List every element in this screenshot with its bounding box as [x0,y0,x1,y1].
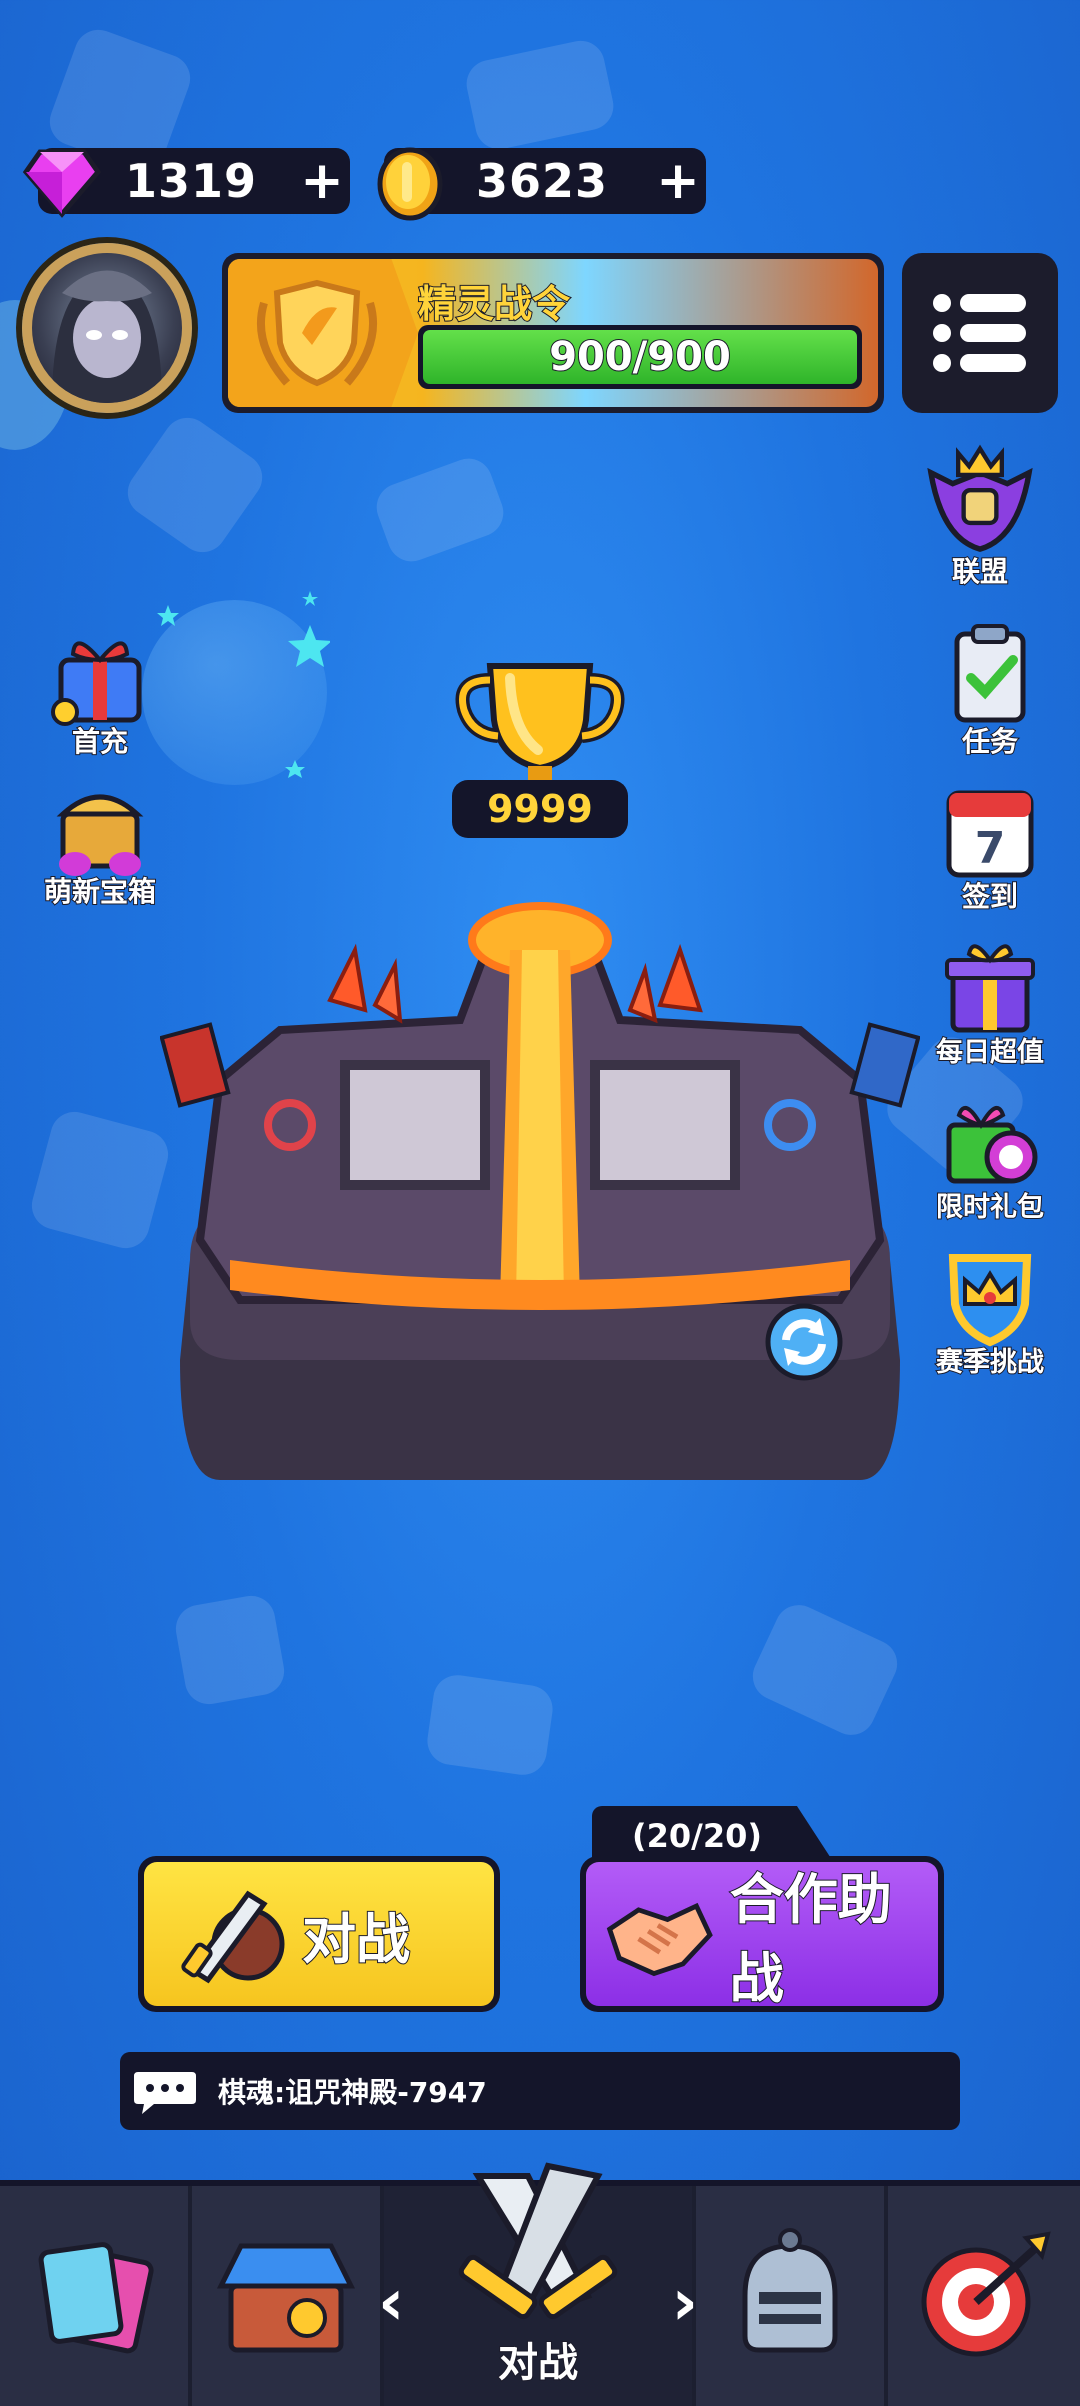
chat-message: 棋魂:诅咒神殿-7947 [218,2076,487,2109]
hamburger-menu-icon [933,294,1026,372]
crossed-swords-icon [458,2162,618,2320]
first-charge-button[interactable]: 首充 [30,620,170,760]
sparkle-stars-icon [157,591,330,778]
daily-value-label: 每日超值 [935,1036,1045,1069]
battle-pass-banner[interactable]: 精灵战令 900/900 [222,253,884,413]
bg-shape [26,1106,174,1254]
knight-helmet-icon [742,2228,838,2353]
cards-icon [38,2242,154,2354]
gift-icon [51,641,142,726]
coin-counter[interactable]: 3623 + [377,147,706,221]
gift-box-icon [945,944,1035,1033]
pass-progress-bar: 900/900 [418,325,862,389]
chevron-right-icon[interactable]: › [672,2266,698,2340]
season-challenge-button[interactable]: 赛季挑战 [920,1240,1060,1379]
bg-shape [369,451,511,569]
nav-tab-cards[interactable] [0,2186,192,2406]
nav-tab-heroes[interactable] [696,2186,888,2406]
player-avatar[interactable] [22,243,192,413]
coop-label: 合作助战 [729,1867,893,2011]
arena-board[interactable] [160,880,920,1500]
bg-shape [424,1672,556,1778]
bg-shape [744,1597,906,1743]
nav-tab-shop[interactable] [192,2186,384,2406]
gem-counter[interactable]: 1319 + [22,148,350,218]
pass-title: 精灵战令 [417,281,571,327]
nav-tab-battle[interactable]: ‹ 对战 › [378,2162,698,2406]
battle-button[interactable]: 对战 [138,1856,500,2012]
left-chessboard [340,1060,490,1190]
add-coins-button[interactable]: + [650,151,706,211]
gem-icon [22,149,102,218]
shop-icon [216,2243,356,2353]
season-challenge-label: 赛季挑战 [935,1346,1045,1379]
pass-badge [228,259,418,407]
newbie-chest-label: 萌新宝箱 [43,874,157,909]
signin-button[interactable]: 7 签到 [920,775,1060,915]
pass-progress-text: 900/900 [548,333,732,381]
coin-icon [377,147,443,221]
sword-icon [181,1890,285,1984]
alliance-crest-icon [927,444,1033,552]
bottom-nav: ‹ 对战 › [0,2162,1080,2406]
chevron-left-icon[interactable]: ‹ [378,2266,404,2340]
bg-shape [172,1592,288,1708]
crown-shield-icon [948,1254,1032,1347]
refresh-icon[interactable] [764,1302,844,1382]
limited-pack-label: 限时礼包 [935,1191,1045,1224]
bg-shape [118,408,272,562]
tasks-button[interactable]: 任务 [920,620,1060,760]
chat-bubble-icon [134,2072,196,2114]
chat-bar[interactable]: 棋魂:诅咒神殿-7947 [120,2052,960,2130]
right-chessboard [590,1060,740,1190]
trophy-count: 9999 [452,780,628,838]
daily-value-button[interactable]: 每日超值 [920,930,1060,1069]
hooded-character-icon [52,270,162,403]
clipboard-check-icon [954,624,1026,723]
newbie-chest-button[interactable]: 萌新宝箱 [30,770,170,910]
svg-text:7: 7 [975,823,1006,874]
coop-battle-button[interactable]: 合作助战 [580,1856,944,2012]
limited-pack-button[interactable]: 限时礼包 [920,1085,1060,1224]
nav-active-label: 对战 [497,2339,579,2387]
nav-tab-events[interactable] [888,2186,1080,2406]
timed-gift-icon [946,1106,1038,1184]
gem-count: 1319 [124,153,258,209]
handshake-icon [606,1902,713,1977]
target-dart-icon [921,2231,1051,2357]
bg-shape [462,36,618,154]
alliance-button[interactable]: 联盟 [910,440,1050,590]
menu-button[interactable] [902,253,1058,413]
calendar-icon: 7 [946,790,1034,878]
coin-count: 3623 [475,153,609,209]
battle-label: 对战 [301,1907,411,1972]
add-gems-button[interactable]: + [294,151,350,211]
treasure-chest-icon [56,794,144,876]
laurel-shield-icon [257,279,377,387]
